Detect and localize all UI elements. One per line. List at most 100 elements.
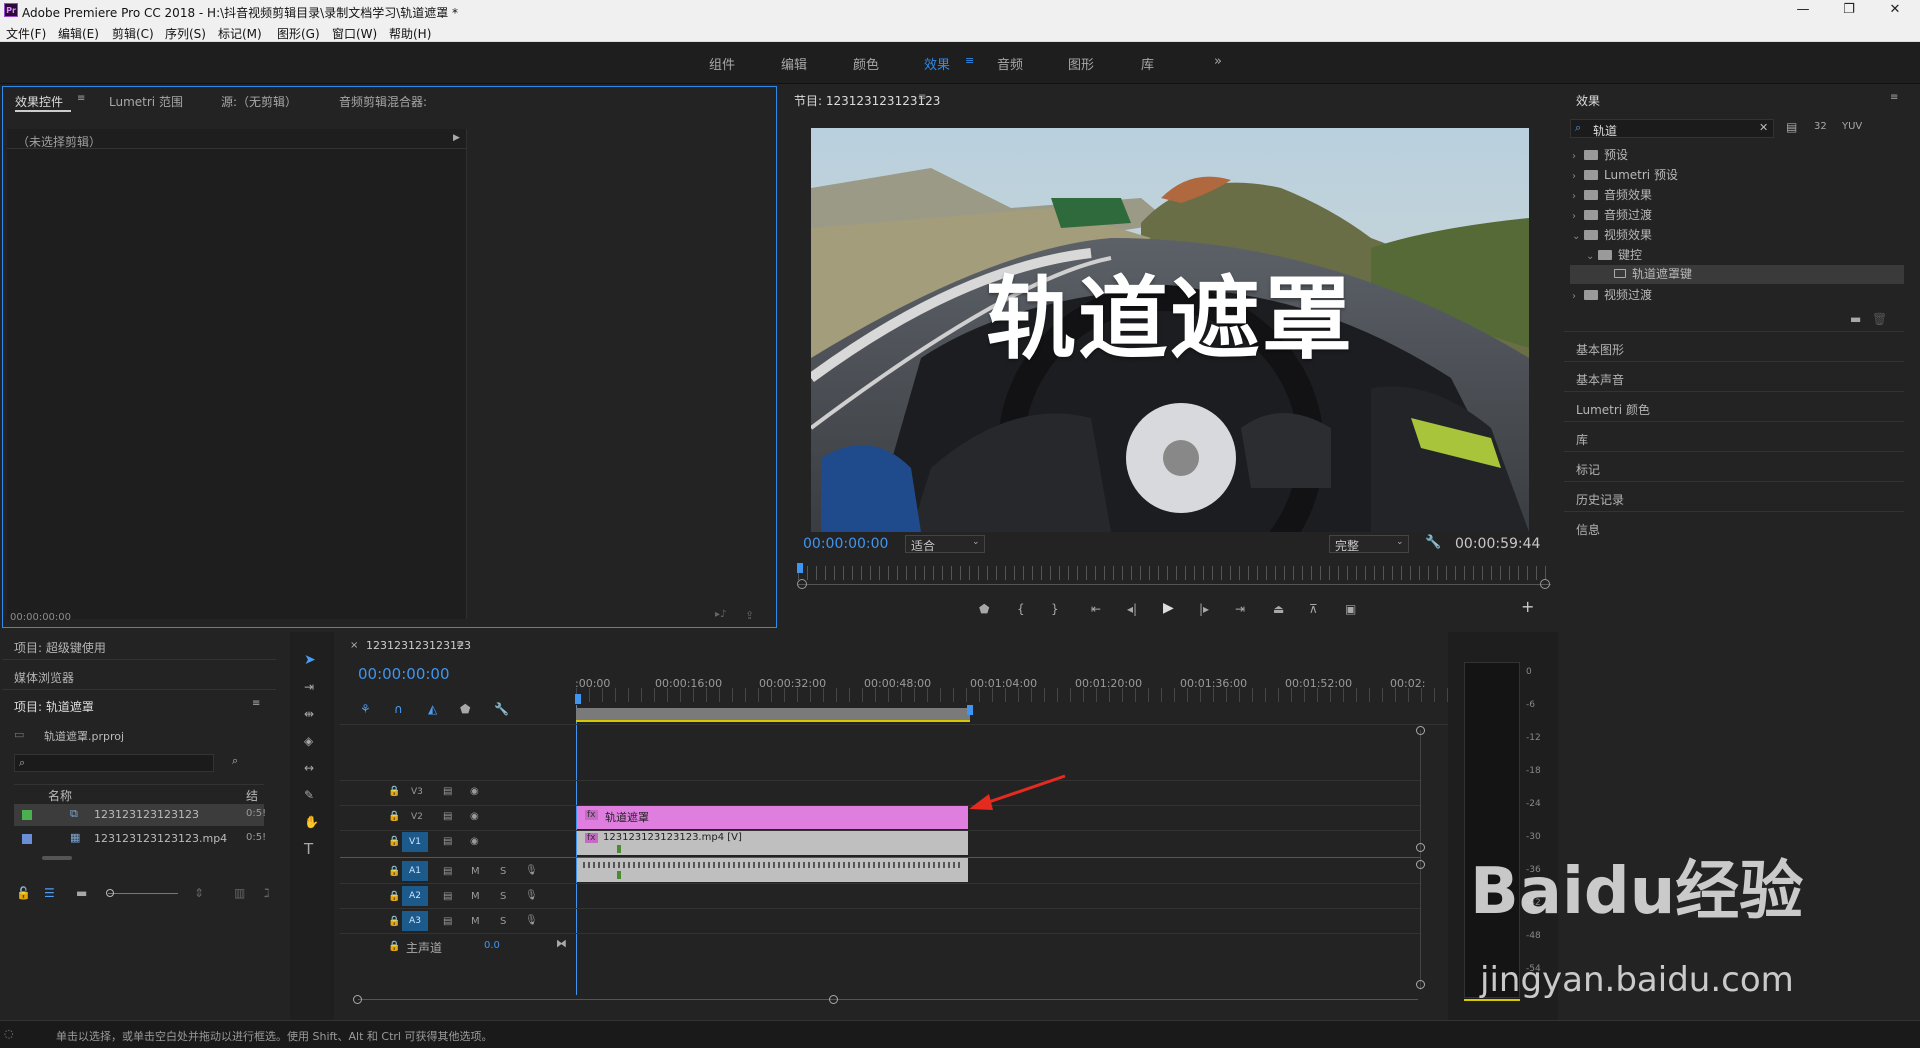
sync-lock-icon[interactable]: ▤ bbox=[443, 866, 452, 877]
razor-tool-icon[interactable]: ◈ bbox=[304, 734, 313, 748]
zoom-handle-left[interactable] bbox=[797, 579, 807, 589]
master-volume-value[interactable]: 0.0 bbox=[484, 940, 500, 951]
pen-tool-icon[interactable]: ✎ bbox=[304, 788, 314, 802]
sync-lock-icon[interactable]: ▤ bbox=[443, 891, 452, 902]
scroll-handle[interactable] bbox=[1416, 726, 1425, 735]
section-lumetri-color[interactable]: Lumetri 颜色 bbox=[1564, 391, 1904, 420]
step-back-icon[interactable]: ◂| bbox=[1127, 602, 1137, 616]
ripple-edit-tool-icon[interactable]: ⇹ bbox=[304, 707, 314, 721]
list-view-icon[interactable]: ☰ bbox=[44, 886, 55, 900]
zoom-scroll-bar[interactable] bbox=[798, 584, 1551, 585]
delete-icon[interactable]: 🗑 bbox=[1872, 312, 1887, 326]
scroll-handle[interactable] bbox=[1416, 860, 1425, 869]
go-to-out-icon[interactable]: ⇥ bbox=[1235, 602, 1245, 616]
close-button[interactable]: ✕ bbox=[1882, 2, 1908, 20]
lock-icon[interactable]: 🔒 bbox=[388, 866, 400, 877]
effects-tree-item[interactable]: › Lumetri 预设 bbox=[1572, 166, 1902, 185]
lock-icon[interactable]: 🔒 bbox=[388, 811, 400, 822]
tab-source[interactable]: 源:（无剪辑） bbox=[221, 93, 297, 110]
effects-tree-item[interactable]: › 音频效果 bbox=[1572, 186, 1902, 205]
workspace-graphics[interactable]: 图形 bbox=[1068, 54, 1094, 73]
eye-icon[interactable]: ◉ bbox=[470, 786, 479, 797]
panel-menu-icon[interactable]: ≡ bbox=[456, 639, 464, 650]
track-label-v2[interactable]: V2 bbox=[411, 812, 423, 822]
zoom-level-dropdown[interactable]: 适合 ⌄ bbox=[905, 535, 985, 553]
tab-project-superkey[interactable]: 项目: 超级键使用 bbox=[2, 632, 276, 660]
project-item-clip[interactable]: ▦ 123123123123123.mp4 0:5! bbox=[14, 828, 266, 850]
program-playhead-timecode[interactable]: 00:00:00:00 bbox=[803, 536, 888, 552]
project-search-input[interactable]: ⌕ bbox=[14, 754, 214, 772]
zoom-slider-handle[interactable] bbox=[106, 889, 114, 897]
timeline-settings-icon[interactable]: 🔧 bbox=[494, 702, 509, 716]
menu-clip[interactable]: 剪辑(C) bbox=[112, 25, 154, 42]
effects-tree-item[interactable]: › 视频过渡 bbox=[1572, 286, 1902, 305]
lock-icon[interactable]: 🔒 bbox=[388, 786, 400, 797]
workspace-color[interactable]: 颜色 bbox=[853, 54, 879, 73]
tab-effect-controls[interactable]: 效果控件 bbox=[15, 93, 63, 110]
effects-tree-item[interactable]: ⌄ 键控 bbox=[1572, 246, 1902, 265]
hand-tool-icon[interactable]: ✋ bbox=[304, 815, 319, 829]
work-area-bar[interactable] bbox=[576, 708, 970, 720]
clip-video-v1[interactable]: fx 123123123123123.mp4 [V] bbox=[577, 831, 968, 855]
panel-menu-icon[interactable]: ≡ bbox=[77, 93, 85, 104]
zoom-handle[interactable] bbox=[829, 995, 838, 1004]
track-label-v1[interactable]: V1 bbox=[402, 832, 428, 852]
sync-lock-icon[interactable]: ▤ bbox=[443, 916, 452, 927]
zoom-handle-right[interactable] bbox=[1540, 579, 1550, 589]
timeline-timecode[interactable]: 00:00:00:00 bbox=[358, 665, 450, 683]
find-icon[interactable]: ⌕ bbox=[232, 754, 238, 768]
close-tab-icon[interactable]: × bbox=[350, 640, 358, 651]
section-essential-graphics[interactable]: 基本图形 bbox=[1564, 331, 1904, 360]
clip-track-matte-title[interactable]: fx 轨道遮罩 bbox=[577, 806, 968, 829]
panel-menu-icon[interactable]: ≡ bbox=[252, 698, 260, 709]
zoom-slider[interactable] bbox=[108, 893, 178, 894]
track-select-tool-icon[interactable]: ⇥ bbox=[304, 680, 314, 694]
maximize-button[interactable]: ❐ bbox=[1836, 2, 1862, 20]
lock-icon[interactable]: 🔒 bbox=[388, 836, 400, 847]
section-history[interactable]: 历史记录 bbox=[1564, 481, 1904, 510]
time-ruler[interactable] bbox=[798, 566, 1548, 580]
go-to-in-icon[interactable]: ⇤ bbox=[1091, 602, 1101, 616]
yuv-effects-icon[interactable]: YUV bbox=[1842, 120, 1862, 134]
lock-icon[interactable]: 🔒 bbox=[388, 941, 400, 952]
menu-sequence[interactable]: 序列(S) bbox=[165, 25, 206, 42]
add-marker-icon[interactable]: ⬟ bbox=[460, 702, 470, 716]
column-rate-header[interactable]: 结 bbox=[246, 787, 258, 804]
sort-icon[interactable]: ⇕ bbox=[194, 886, 204, 900]
tab-media-browser[interactable]: 媒体浏览器 bbox=[2, 662, 276, 690]
microphone-icon[interactable]: 🎙 bbox=[525, 865, 538, 876]
workspace-more-button[interactable]: » bbox=[1214, 54, 1222, 69]
eye-icon[interactable]: ◉ bbox=[470, 836, 479, 847]
button-editor-plus-icon[interactable]: + bbox=[1521, 599, 1534, 615]
timeline-ruler[interactable] bbox=[576, 688, 1556, 702]
extract-icon[interactable]: ⊼ bbox=[1309, 602, 1318, 616]
export-icon[interactable]: ⇪ bbox=[745, 609, 754, 622]
automate-icon[interactable]: ▥ bbox=[234, 886, 245, 900]
track-label-a3[interactable]: A3 bbox=[402, 911, 428, 931]
lift-icon[interactable]: ⏏ bbox=[1273, 602, 1284, 616]
project-item-sequence[interactable]: ⧉ 123123123123123 0:5! bbox=[14, 804, 266, 826]
wrench-settings-icon[interactable]: 🔧 bbox=[1425, 535, 1441, 550]
menu-edit[interactable]: 编辑(E) bbox=[58, 25, 99, 42]
track-label-a1[interactable]: A1 bbox=[402, 861, 428, 881]
microphone-icon[interactable]: 🎙 bbox=[525, 890, 538, 901]
export-frame-camera-icon[interactable]: ▣ bbox=[1345, 602, 1356, 616]
mute-button[interactable]: M bbox=[471, 916, 480, 927]
mark-out-icon[interactable]: } bbox=[1051, 602, 1059, 616]
workspace-audio[interactable]: 音频 bbox=[997, 54, 1023, 73]
new-bin-icon[interactable]: ▬ bbox=[1850, 312, 1861, 326]
track-label-v3[interactable]: V3 bbox=[411, 787, 423, 797]
solo-button[interactable]: S bbox=[500, 866, 506, 877]
menu-marker[interactable]: 标记(M) bbox=[218, 25, 262, 42]
effects-tree-item[interactable]: ⌄ 视频效果 bbox=[1572, 226, 1902, 245]
32bit-effects-icon[interactable]: 32 bbox=[1814, 120, 1827, 134]
more-icon[interactable]: ℷ bbox=[264, 886, 270, 900]
workspace-effects[interactable]: 效果 bbox=[924, 54, 950, 73]
panel-menu-icon[interactable]: ≡ bbox=[1890, 92, 1898, 103]
step-forward-icon[interactable]: |▸ bbox=[1199, 602, 1209, 616]
section-essential-sound[interactable]: 基本声音 bbox=[1564, 361, 1904, 390]
menu-file[interactable]: 文件(F) bbox=[6, 25, 46, 42]
effect-track-matte-key[interactable]: 轨道遮罩键 bbox=[1570, 265, 1904, 284]
linked-selection-icon[interactable]: ◭ bbox=[428, 702, 437, 716]
panel-menu-icon[interactable]: ≡ bbox=[918, 92, 926, 103]
